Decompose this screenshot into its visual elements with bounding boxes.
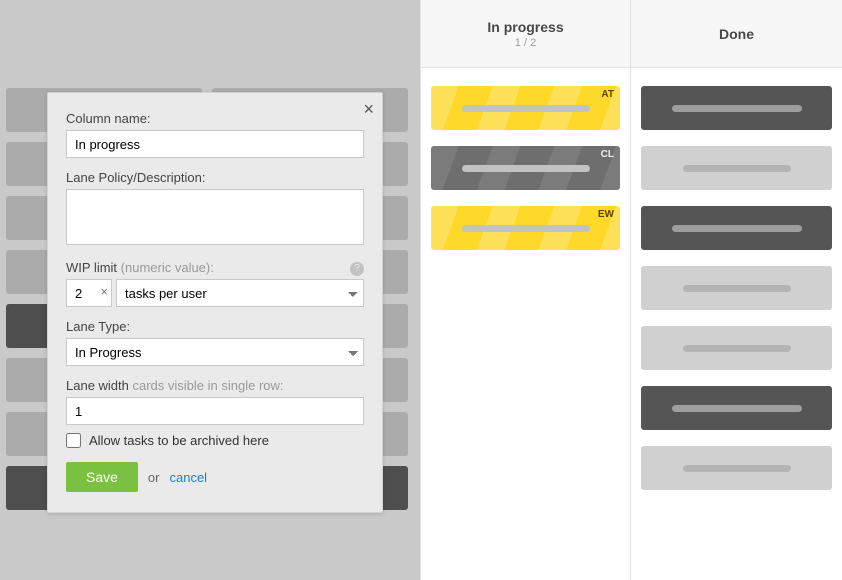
card-title-placeholder	[672, 405, 802, 412]
or-text: or	[148, 470, 160, 485]
left-backdrop: × Column name: Lane Policy/Description: …	[0, 0, 420, 580]
card-title-placeholder	[462, 105, 590, 112]
column-done: Done	[630, 0, 842, 580]
card-title-placeholder	[683, 465, 791, 472]
card[interactable]	[641, 386, 832, 430]
wip-unit-select[interactable]: tasks per user	[116, 279, 364, 307]
lane-width-input[interactable]	[66, 397, 364, 425]
card-title-placeholder	[683, 285, 791, 292]
lane-policy-label: Lane Policy/Description:	[66, 170, 364, 185]
card[interactable]	[641, 86, 832, 130]
column-header: In progress 1 / 2	[421, 0, 630, 68]
lane-width-label: Lane width cards visible in single row:	[66, 378, 364, 393]
card-title-placeholder	[672, 105, 802, 112]
card[interactable]: AT	[431, 86, 620, 130]
card-title-placeholder	[462, 165, 590, 172]
card[interactable]	[641, 206, 832, 250]
allow-archive-label: Allow tasks to be archived here	[89, 433, 269, 448]
column-name-label: Column name:	[66, 111, 364, 126]
lane-settings-dialog: × Column name: Lane Policy/Description: …	[47, 92, 383, 513]
assignee-badge: CL	[601, 149, 614, 160]
assignee-badge: EW	[598, 209, 614, 220]
lane-type-label: Lane Type:	[66, 319, 364, 334]
column-header: Done	[631, 0, 842, 68]
card[interactable]	[641, 446, 832, 490]
column-name-input[interactable]	[66, 130, 364, 158]
card-title-placeholder	[462, 225, 590, 232]
column-body: AT CL EW	[421, 68, 630, 268]
card-title-placeholder	[672, 225, 802, 232]
lane-type-select[interactable]: In Progress	[66, 338, 364, 366]
clear-icon[interactable]: ×	[100, 284, 108, 299]
column-title: Done	[719, 26, 754, 42]
column-body	[631, 68, 842, 508]
cancel-link[interactable]: cancel	[169, 470, 207, 485]
kanban-app: × Column name: Lane Policy/Description: …	[0, 0, 842, 580]
card[interactable]: EW	[431, 206, 620, 250]
card-title-placeholder	[683, 345, 791, 352]
card-title-placeholder	[683, 165, 791, 172]
card[interactable]	[641, 146, 832, 190]
column-title: In progress	[487, 19, 563, 35]
close-icon[interactable]: ×	[363, 99, 374, 120]
wip-limit-label: WIP limit (numeric value):	[66, 260, 364, 275]
column-wip-count: 1 / 2	[515, 37, 536, 49]
allow-archive-checkbox[interactable]	[66, 433, 81, 448]
lane-policy-textarea[interactable]	[66, 189, 364, 245]
assignee-badge: AT	[601, 89, 614, 100]
card[interactable]: CL	[431, 146, 620, 190]
card[interactable]	[641, 326, 832, 370]
column-in-progress: In progress 1 / 2 AT CL EW	[420, 0, 630, 580]
help-icon[interactable]: ?	[350, 262, 364, 276]
card[interactable]	[641, 266, 832, 310]
save-button[interactable]: Save	[66, 462, 138, 492]
